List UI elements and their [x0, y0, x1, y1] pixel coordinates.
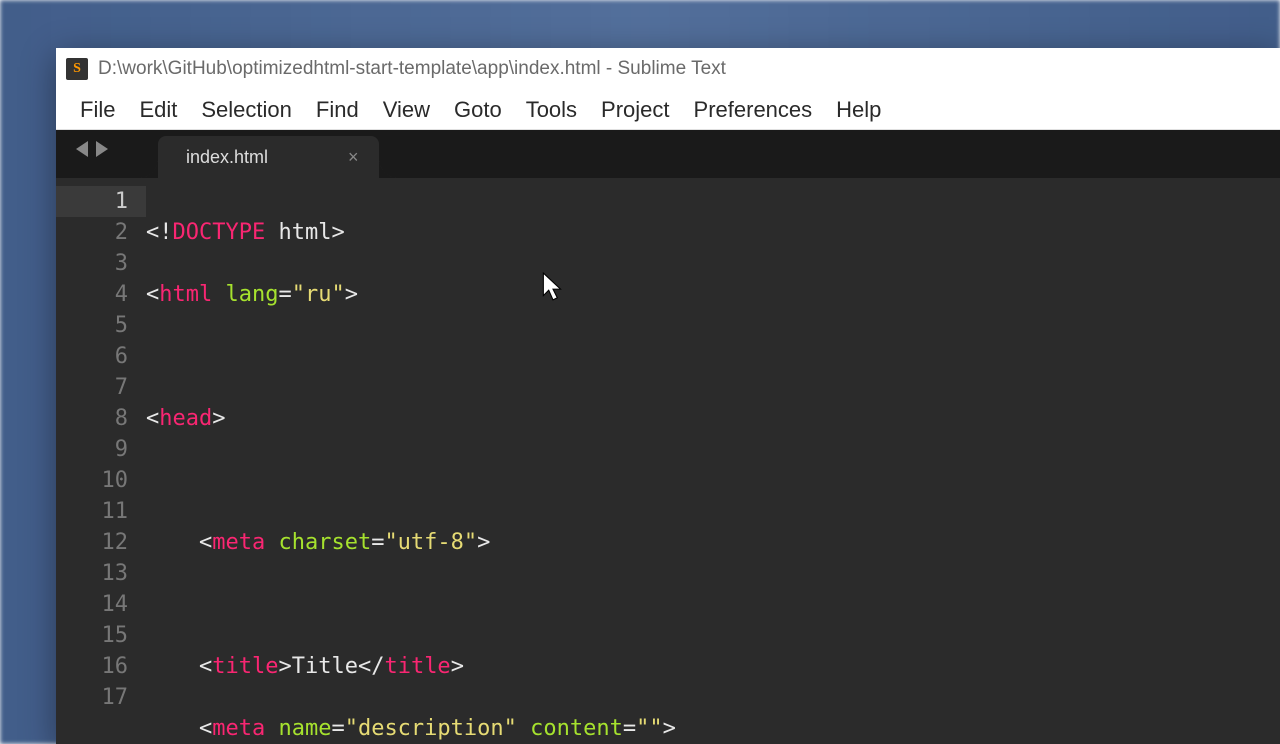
- window-title: D:\work\GitHub\optimizedhtml-start-templ…: [98, 58, 726, 80]
- line-number: 6: [56, 341, 128, 372]
- line-number: 5: [56, 310, 128, 341]
- menu-selection[interactable]: Selection: [201, 97, 292, 123]
- menu-find[interactable]: Find: [316, 97, 359, 123]
- line-number: 4: [56, 279, 128, 310]
- titlebar[interactable]: S D:\work\GitHub\optimizedhtml-start-tem…: [56, 48, 1280, 90]
- line-number: 14: [56, 589, 128, 620]
- line-number: 13: [56, 558, 128, 589]
- line-number: 12: [56, 527, 128, 558]
- nav-back-icon[interactable]: [76, 141, 88, 157]
- line-number: 17: [56, 682, 128, 713]
- menu-edit[interactable]: Edit: [139, 97, 177, 123]
- nav-forward-icon[interactable]: [96, 141, 108, 157]
- line-number: 10: [56, 465, 128, 496]
- line-number: 7: [56, 372, 128, 403]
- menu-file[interactable]: File: [80, 97, 115, 123]
- menu-goto[interactable]: Goto: [454, 97, 502, 123]
- app-icon: S: [66, 58, 88, 80]
- tab-index-html[interactable]: index.html ×: [158, 136, 379, 178]
- tabbar: index.html ×: [56, 130, 1280, 178]
- line-number: 1: [56, 186, 146, 217]
- code-area[interactable]: <!DOCTYPE html> <html lang="ru"> <head> …: [146, 178, 1280, 744]
- line-number: 8: [56, 403, 128, 434]
- menu-help[interactable]: Help: [836, 97, 881, 123]
- line-number: 3: [56, 248, 128, 279]
- line-number: 9: [56, 434, 128, 465]
- menu-project[interactable]: Project: [601, 97, 669, 123]
- menu-view[interactable]: View: [383, 97, 430, 123]
- line-number: 16: [56, 651, 128, 682]
- menu-tools[interactable]: Tools: [526, 97, 577, 123]
- gutter: 1 2 3 4 5 6 7 8 9 10 11 12 13 14 15 16 1…: [56, 178, 146, 744]
- nav-arrows: [66, 141, 118, 167]
- editor[interactable]: 1 2 3 4 5 6 7 8 9 10 11 12 13 14 15 16 1…: [56, 178, 1280, 744]
- line-number: 11: [56, 496, 128, 527]
- tab-label: index.html: [186, 147, 268, 168]
- line-number: 2: [56, 217, 128, 248]
- menubar: File Edit Selection Find View Goto Tools…: [56, 90, 1280, 130]
- tab-close-icon[interactable]: ×: [348, 147, 359, 168]
- menu-preferences[interactable]: Preferences: [694, 97, 813, 123]
- line-number: 15: [56, 620, 128, 651]
- sublime-window: S D:\work\GitHub\optimizedhtml-start-tem…: [56, 48, 1280, 744]
